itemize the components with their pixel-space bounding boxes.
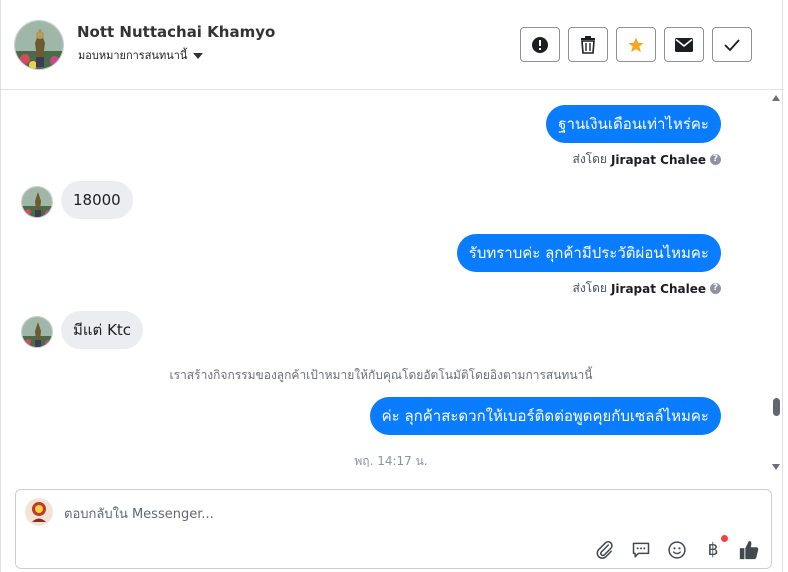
payment-button[interactable]: ฿ [702,535,728,561]
send-like-button[interactable] [738,539,760,561]
sent-by-label: ส่งโดย Jirapat Chalee ? [572,150,721,169]
sender-name: Jirapat Chalee [610,281,706,296]
delete-button[interactable] [568,27,608,62]
conversation-panel: Nott Nuttachai Khamyo มอบหมายการสนทนานี้ [0,0,784,572]
help-icon[interactable]: ? [710,154,721,165]
mark-as-spam-button[interactable] [520,27,560,62]
assign-conversation-dropdown[interactable]: มอบหมายการสนทนานี้ [78,46,204,64]
incoming-message[interactable]: มีแต่ Ktc [61,311,144,349]
scroll-up-arrow[interactable] [772,95,780,101]
thumbs-up-icon [739,540,759,560]
sent-by-prefix: ส่งโดย [572,281,607,295]
mark-done-button[interactable] [712,27,752,62]
alert-icon [532,36,548,53]
reply-input[interactable] [64,504,584,524]
conversation-header: Nott Nuttachai Khamyo มอบหมายการสนทนานี้ [1,0,784,90]
sender-name: Jirapat Chalee [610,152,706,167]
help-icon[interactable]: ? [710,283,721,294]
sent-by-prefix: ส่งโดย [572,152,607,166]
envelope-icon [675,37,693,52]
incoming-message[interactable]: 18000 [61,181,133,219]
scrollbar-thumb[interactable] [773,398,780,416]
outgoing-message[interactable]: ค่ะ ลุกค้าสะดวกให้เบอร์ติดต่อพูดคุยกับเซ… [369,397,721,435]
scroll-down-arrow[interactable] [772,464,780,470]
reply-composer: ฿ [15,489,772,569]
attach-button[interactable] [594,539,616,561]
mark-unread-button[interactable] [664,27,704,62]
trash-icon [581,35,595,54]
contact-avatar-small[interactable] [21,186,53,218]
star-button[interactable] [616,27,656,62]
system-note: เราสร้างกิจกรรมของลูกค้าเป้าหมายให้กับคุ… [169,368,593,382]
message-timestamp: พฤ. 14:17 น. [354,454,428,468]
star-icon [628,37,644,52]
outgoing-message[interactable]: รับทราบค่ะ ลุกค้ามีประวัติผ่อนไหมคะ [456,234,721,272]
contact-name: Nott Nuttachai Khamyo [77,23,276,41]
outgoing-message[interactable]: ฐานเงินเดือนเท่าไหร่คะ [546,105,721,143]
message-list[interactable]: ฐานเงินเดือนเท่าไหร่คะ ส่งโดย Jirapat Ch… [1,91,767,475]
check-icon [724,38,740,51]
assign-label: มอบหมายการสนทนานี้ [78,49,188,62]
sent-by-label: ส่งโดย Jirapat Chalee ? [572,279,721,298]
contact-avatar[interactable] [14,20,64,70]
caret-down-icon [193,52,204,59]
emoji-button[interactable] [666,539,688,561]
attachment-icon [596,541,613,559]
saved-reply-icon [632,542,650,558]
notification-dot [721,535,728,542]
page-avatar [25,498,53,526]
baht-payment-icon: ฿ [707,540,719,560]
contact-avatar-small[interactable] [21,316,53,348]
saved-replies-button[interactable] [630,539,652,561]
emoji-icon [668,541,686,559]
